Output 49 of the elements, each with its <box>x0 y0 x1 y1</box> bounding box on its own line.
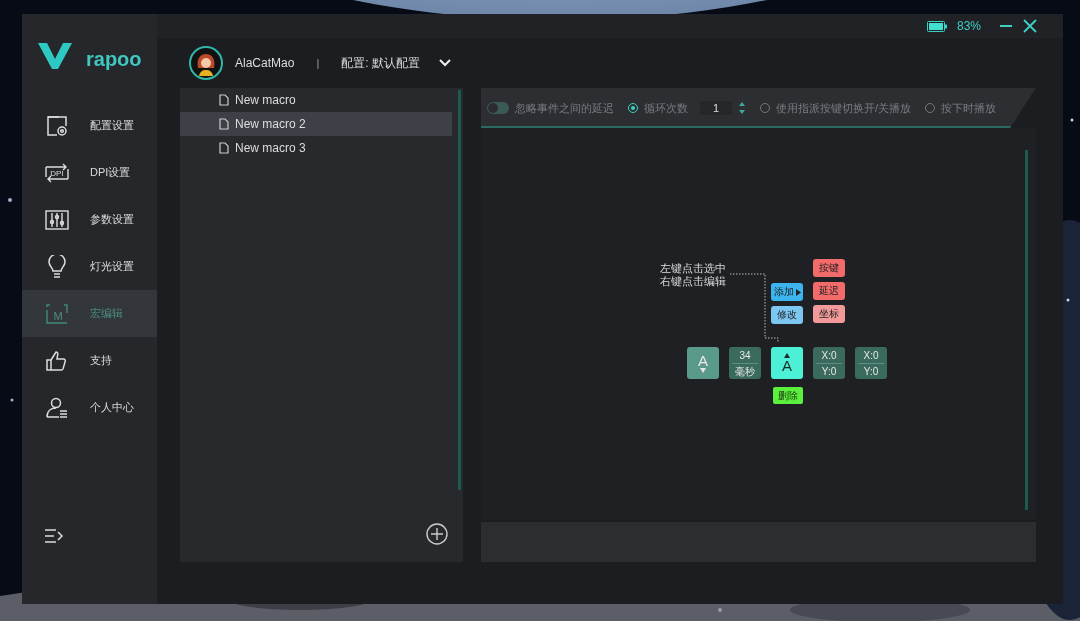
brand-name: rapoo <box>86 47 142 71</box>
sliders-icon <box>45 209 69 230</box>
hint-text: 左键点击选中 <box>660 262 726 275</box>
menu-item[interactable]: 延迟 <box>813 282 845 300</box>
coordinate-event-tile[interactable]: X:0 Y:0 <box>813 347 845 379</box>
scrollbar[interactable] <box>1025 150 1028 510</box>
sidebar-item[interactable]: 参数设置 <box>22 196 157 243</box>
menu-item[interactable]: 坐标 <box>813 305 845 323</box>
logo-icon <box>38 41 72 71</box>
loop-count-field[interactable]: 1 <box>700 101 732 115</box>
sidebar-item[interactable]: 配置设置 <box>22 102 157 149</box>
chevron-down-icon[interactable] <box>437 58 452 68</box>
document-icon <box>219 94 229 106</box>
avatar[interactable] <box>189 46 223 80</box>
user-name: AlaCatMao <box>235 56 295 70</box>
document-icon <box>219 118 229 130</box>
profile-selector[interactable]: 配置: 默认配置 <box>341 54 420 72</box>
add-icon[interactable] <box>426 523 448 545</box>
action-button[interactable]: 修改 <box>771 306 803 324</box>
option-label: 使用指派按键切换开/关播放 <box>776 100 912 116</box>
option-label: 循环次数 <box>644 100 688 116</box>
option-label: 按下时播放 <box>941 100 997 116</box>
user-list-icon <box>46 396 68 419</box>
battery-percentage: 83% <box>956 19 981 33</box>
hint-text: 右键点击编辑 <box>660 275 726 288</box>
thumbs-up-icon <box>46 349 68 372</box>
sidebar-item[interactable]: 支持 <box>22 337 157 384</box>
toggle-switch[interactable] <box>487 102 509 114</box>
macro-item[interactable]: New macro 2 <box>180 112 452 136</box>
close-icon[interactable] <box>1023 19 1037 33</box>
sidebar-item[interactable]: 灯光设置 <box>22 243 157 290</box>
menu-item[interactable]: 按键 <box>813 259 845 277</box>
key-event-tile[interactable]: A <box>771 347 803 379</box>
menu-icon[interactable] <box>44 528 64 544</box>
coordinate-event-tile[interactable]: X:0 Y:0 <box>855 347 887 379</box>
scrollbar[interactable] <box>458 90 461 490</box>
delete-button[interactable]: 删除 <box>773 387 803 404</box>
document-icon <box>219 142 229 154</box>
delay-event-tile[interactable]: 34 毫秒 <box>729 347 761 379</box>
separator: | <box>316 57 320 69</box>
spinner-icon[interactable] <box>738 101 746 115</box>
triangle-right-icon <box>795 288 801 296</box>
document-gear-icon <box>46 114 68 137</box>
sidebar-item[interactable]: 个人中心 <box>22 384 157 431</box>
sidebar-item[interactable]: DPI DPI设置 <box>22 149 157 196</box>
option-label: 忽略事件之间的延迟 <box>515 100 614 116</box>
battery-icon <box>926 20 947 32</box>
action-button[interactable]: 添加 <box>771 283 803 301</box>
lightbulb-icon <box>48 254 66 279</box>
